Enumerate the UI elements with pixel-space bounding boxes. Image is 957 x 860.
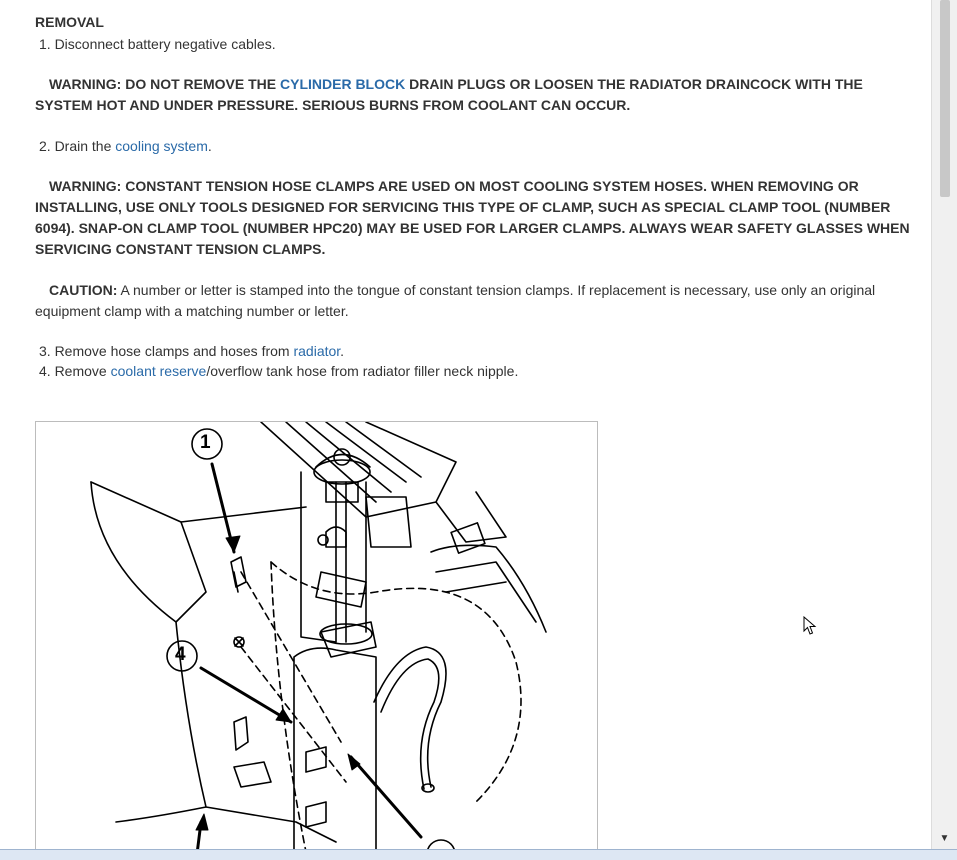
radiator-line-drawing: [90, 422, 547, 849]
caution-note: CAUTION: A number or letter is stamped i…: [35, 282, 876, 319]
window-bottom-border: [0, 849, 957, 860]
step-2: 2. Drain the cooling system.: [39, 138, 212, 154]
mouse-cursor-icon: [803, 616, 817, 635]
vertical-scrollbar[interactable]: ▼: [931, 0, 957, 849]
callout-1-label: 1: [200, 432, 211, 453]
warning-hose-clamps: WARNING: CONSTANT TENSION HOSE CLAMPS AR…: [35, 178, 910, 257]
warning-drain-plugs: WARNING: DO NOT REMOVE THE CYLINDER BLOC…: [35, 76, 863, 113]
step-1: 1. Disconnect battery negative cables.: [39, 36, 276, 52]
link-cooling-system[interactable]: cooling system: [115, 138, 208, 154]
link-radiator[interactable]: radiator: [293, 343, 340, 359]
section-heading: REMOVAL: [35, 14, 104, 30]
callout-4-label: 4: [175, 644, 186, 665]
link-coolant-reserve[interactable]: coolant reserve: [111, 363, 207, 379]
document-content: REMOVAL 1. Disconnect battery negative c…: [0, 0, 932, 849]
radiator-illustration: 1 4: [35, 421, 598, 849]
step-4: 4. Remove coolant reserve/overflow tank …: [39, 363, 519, 379]
scrollbar-thumb[interactable]: [940, 0, 950, 197]
link-cylinder-block[interactable]: CYLINDER BLOCK: [280, 76, 405, 92]
step-3: 3. Remove hose clamps and hoses from rad…: [39, 343, 345, 359]
scroll-down-arrow-icon[interactable]: ▼: [932, 829, 957, 849]
